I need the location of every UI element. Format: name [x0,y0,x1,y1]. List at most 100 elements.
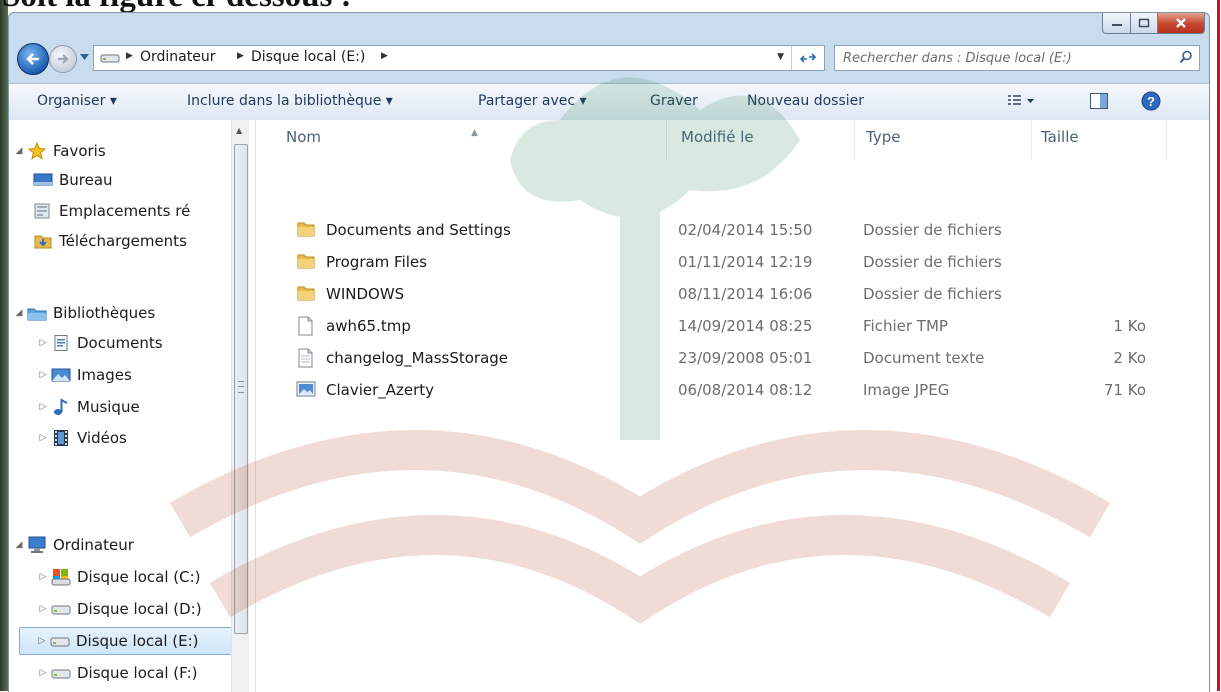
collapse-arrow-icon[interactable]: ◢ [13,308,25,318]
restore-icon [1138,18,1150,28]
nav-label: Favoris [53,142,106,160]
nav-item-drive-e[interactable]: ▷ Disque local (E:) [19,627,243,655]
nav-libraries[interactable]: ◢ Bibliothèques [13,300,156,326]
share-with-menu[interactable]: Partager avec ▾ [478,93,587,109]
nav-label: Disque local (D:) [77,600,202,618]
close-button[interactable] [1158,13,1205,34]
column-header-type[interactable]: Type [866,128,900,146]
drive-icon [100,54,120,63]
nav-item-bureau[interactable]: Bureau [33,167,113,193]
expand-arrow-icon[interactable]: ▷ [37,604,49,614]
address-history-dropdown[interactable]: ▼ [777,52,784,62]
minimize-button[interactable] [1102,13,1131,34]
back-button[interactable] [17,43,49,75]
recent-pages-button[interactable] [79,51,89,63]
file-modified: 23/09/2008 05:01 [678,349,813,367]
column-headers: ▲ Nom Modifié le Type Taille [256,120,1209,164]
scroll-up-arrow-icon[interactable]: ▲ [236,126,242,135]
column-header-size[interactable]: Taille [1041,128,1079,146]
address-bar[interactable]: ▶ Ordinateur ▶ Disque local (E:) ▶ ▼ [93,45,825,71]
red-border-edge [1217,0,1220,691]
system-drive-icon [51,569,71,586]
nav-item-music[interactable]: ▷ Musique [37,394,140,420]
expand-arrow-icon[interactable]: ▷ [37,338,49,348]
expand-arrow-icon[interactable]: ▷ [37,402,49,412]
expand-arrow-icon[interactable]: ▷ [37,433,49,443]
recent-places-icon [34,203,50,219]
scrollbar-thumb[interactable] [234,144,248,634]
breadcrumb-separator[interactable]: ▶ [237,51,244,61]
nav-item-documents[interactable]: ▷ Documents [37,330,163,356]
preview-pane-icon [1090,93,1108,109]
search-icon[interactable] [1179,50,1193,64]
file-modified: 08/11/2014 16:06 [678,285,813,303]
expand-arrow-icon[interactable]: ▷ [36,636,48,646]
nav-item-recent-places[interactable]: Emplacements ré [33,198,190,224]
file-size: 2 Ko [1113,349,1146,367]
breadcrumb-disque-e[interactable]: Disque local (E:) [251,49,365,65]
column-separator[interactable] [1031,120,1032,160]
minimize-icon [1111,24,1122,26]
column-separator[interactable] [1166,120,1167,160]
include-in-library-menu[interactable]: Inclure dans la bibliothèque ▾ [187,93,393,109]
file-name: Program Files [326,253,427,271]
back-arrow-icon [26,53,39,65]
breadcrumb-separator[interactable]: ▶ [126,51,133,61]
navigation-scrollbar[interactable]: ▲ [231,120,249,692]
preview-pane-button[interactable] [1089,91,1109,115]
expand-arrow-icon[interactable]: ▷ [37,370,49,380]
view-options-button[interactable] [1007,91,1037,115]
maximize-button[interactable] [1131,13,1158,34]
file-row[interactable]: awh65.tmp 14/09/2014 08:25 Fichier TMP 1… [286,311,1146,341]
nav-label: Vidéos [77,429,127,447]
help-button[interactable]: ? [1141,91,1161,115]
column-separator[interactable] [666,120,667,160]
column-separator[interactable] [854,120,855,160]
scrollbar-grip-icon [238,381,244,393]
search-input[interactable] [841,48,1165,68]
nav-item-downloads[interactable]: Téléchargements [33,228,187,254]
file-row[interactable]: Clavier_Azerty 06/08/2014 08:12 Image JP… [286,375,1146,405]
breadcrumb-ordinateur[interactable]: Ordinateur [140,49,216,65]
collapse-arrow-icon[interactable]: ◢ [13,146,25,156]
organize-menu[interactable]: Organiser ▾ [37,93,117,109]
refresh-button[interactable] [791,46,824,70]
nav-favorites[interactable]: ◢ Favoris [13,138,106,164]
file-name: changelog_MassStorage [326,349,509,367]
folder-icon [297,286,315,301]
file-name: Documents and Settings [326,221,511,239]
file-name: WINDOWS [326,285,405,303]
file-row[interactable]: changelog_MassStorage 23/09/2008 05:01 D… [286,343,1146,373]
new-folder-button[interactable]: Nouveau dossier [747,93,864,109]
nav-label: Téléchargements [59,232,187,250]
burn-button[interactable]: Graver [650,93,698,109]
nav-item-drive-d[interactable]: ▷ Disque local (D:) [37,596,202,622]
nav-label: Emplacements ré [59,202,191,220]
file-icon [298,316,313,336]
nav-item-videos[interactable]: ▷ Vidéos [37,425,127,451]
nav-item-drive-c[interactable]: ▷ Disque local (C:) [37,564,201,590]
nav-label: Disque local (F:) [77,664,198,682]
collapse-arrow-icon[interactable]: ◢ [13,540,25,550]
caption-buttons [1102,13,1205,35]
expand-arrow-icon[interactable]: ▷ [37,572,49,582]
nav-label: Bibliothèques [53,304,156,322]
breadcrumb-separator[interactable]: ▶ [381,51,388,61]
nav-label: Ordinateur [53,536,134,554]
nav-computer[interactable]: ◢ Ordinateur [13,532,134,558]
column-header-name[interactable]: Nom [286,128,321,146]
forward-button[interactable] [49,45,77,73]
desktop-icon [33,173,53,186]
file-type: Document texte [863,349,985,367]
nav-item-drive-f[interactable]: ▷ Disque local (F:) [37,660,198,686]
search-box[interactable] [834,45,1200,71]
expand-arrow-icon[interactable]: ▷ [37,668,49,678]
file-row[interactable]: WINDOWS 08/11/2014 16:06 Dossier de fich… [286,279,1146,309]
svg-text:?: ? [1147,94,1155,109]
nav-item-images[interactable]: ▷ Images [37,362,132,388]
file-row[interactable]: Program Files 01/11/2014 12:19 Dossier d… [286,247,1146,277]
column-header-modified[interactable]: Modifié le [681,128,754,146]
nav-label: Disque local (E:) [76,632,199,650]
drive-icon [50,637,70,647]
file-row[interactable]: Documents and Settings 02/04/2014 15:50 … [286,215,1146,245]
